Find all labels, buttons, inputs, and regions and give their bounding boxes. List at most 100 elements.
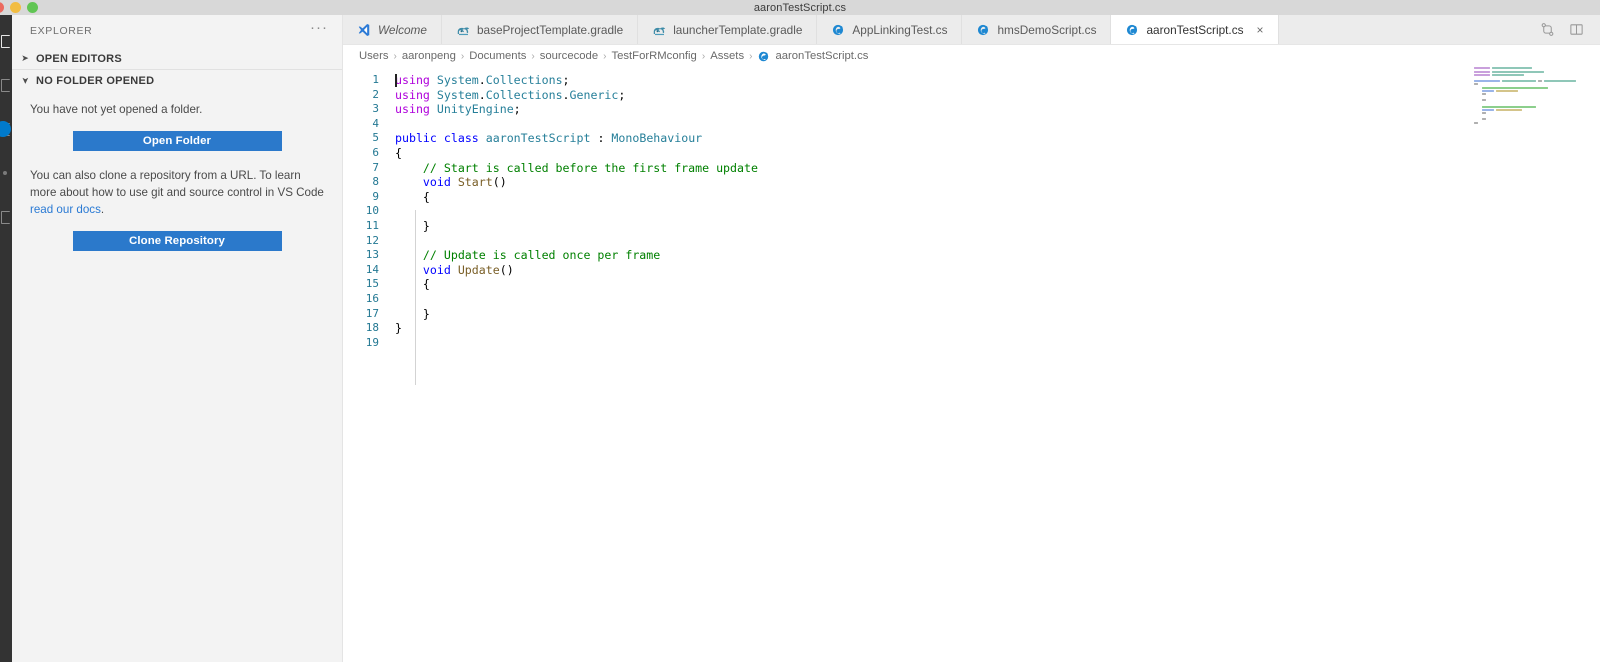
breadcrumb-item-aarontestscript-cs[interactable]: aaronTestScript.cs [757, 50, 868, 63]
code-token: : [590, 131, 612, 146]
code-token: { [395, 189, 430, 204]
tab-label: hmsDemoScript.cs [997, 22, 1097, 37]
clone-message-part2: . [100, 203, 105, 216]
chevron-right-icon: ➤ [21, 53, 29, 63]
explorer-sidebar: EXPLORER ··· ➤ OPEN EDITORS ➤ NO FOLDER … [12, 15, 343, 662]
zoom-window-button[interactable] [27, 2, 38, 13]
search-icon [1, 79, 10, 92]
activity-bar-item-extensions[interactable] [0, 209, 12, 227]
code-token: ; [562, 73, 570, 87]
code-token: { [395, 277, 430, 292]
tab-welcome[interactable]: Welcome [343, 15, 442, 44]
line-number: 12 [365, 233, 379, 247]
gradle-icon [653, 27, 666, 35]
tab-label: AppLinkingTest.cs [852, 22, 948, 37]
code-editor[interactable]: 1 2 3 4 5 6 7 8 9 10 11 12 13 14 15 16 17 18 19 using Syst… [343, 67, 1600, 662]
minimap-block [1474, 67, 1490, 70]
code-token: void [422, 175, 458, 190]
gradle-icon [457, 27, 470, 35]
minimap-block [1496, 89, 1518, 92]
minimap-block [1474, 121, 1478, 124]
code-token: Update [457, 262, 500, 277]
minimap-block [1482, 105, 1536, 108]
breadcrumb-item-users[interactable]: Users [359, 50, 389, 62]
sidebar-header: EXPLORER ··· [12, 15, 342, 47]
text-cursor [395, 74, 397, 87]
code-token: . [478, 87, 486, 102]
clone-repository-button[interactable]: Clone Repository [72, 231, 282, 251]
code-token: ; [513, 102, 521, 117]
code-token: using [395, 87, 437, 102]
split-editor-icon[interactable] [1569, 22, 1584, 37]
breadcrumb-item-aaronpeng[interactable]: aaronpeng [402, 50, 456, 62]
activity-bar-item-source-control[interactable] [0, 121, 12, 139]
minimap[interactable] [1474, 67, 1594, 662]
compare-changes-icon[interactable] [1540, 22, 1555, 37]
minimap-block [1474, 70, 1490, 73]
traffic-lights [0, 2, 38, 13]
code-line: // Update is called once per frame [395, 248, 1600, 263]
code-token: () [499, 262, 514, 277]
tab-label: Welcome [378, 22, 427, 37]
window-title: aaronTestScript.cs [753, 1, 847, 14]
breadcrumb-item-testforrmconfig[interactable]: TestForRMconfig [611, 50, 696, 62]
tab-label: baseProjectTemplate.gradle [476, 22, 624, 37]
code-line: } [395, 307, 1600, 322]
open-folder-button[interactable]: Open Folder [72, 131, 282, 151]
tab-applinkingtest-cs[interactable]: AppLinkingTest.cs [817, 15, 963, 44]
close-window-button[interactable] [0, 2, 4, 13]
activity-bar[interactable] [0, 15, 12, 662]
line-number: 13 [365, 248, 379, 262]
minimize-window-button[interactable] [10, 2, 21, 13]
code-content[interactable]: using System.Collections; using System.Co… [395, 73, 1600, 350]
minimap-row [1474, 124, 1594, 127]
clone-message-part1: You can also clone a repository from a U… [30, 169, 324, 199]
close-tab-button[interactable]: × [1257, 24, 1264, 36]
code-token: Generic [569, 87, 619, 102]
code-token: UnityEngine [436, 102, 514, 117]
minimap-block [1482, 118, 1486, 121]
tab-hmsdemoscript-cs[interactable]: hmsDemoScript.cs [962, 15, 1112, 44]
read-our-docs-link[interactable]: read our docs [30, 203, 101, 216]
activity-bar-item-run-and-debug[interactable] [0, 165, 12, 183]
editor-actions [1524, 15, 1600, 44]
code-token: using [395, 73, 437, 87]
chevron-right-icon: › [393, 50, 397, 62]
code-line: public class aaronTestScript : MonoBehav… [395, 131, 1600, 146]
code-token: class [443, 131, 486, 146]
editor-group: Welcome baseProjectTemplate.gradle launc… [343, 15, 1600, 662]
code-line: using System.Collections.Generic; [395, 88, 1600, 103]
activity-bar-item-explorer[interactable] [0, 33, 12, 51]
breadcrumb-item-documents[interactable]: Documents [469, 50, 526, 62]
breadcrumb-item-sourcecode[interactable]: sourcecode [540, 50, 598, 62]
sidebar-section-open-editors[interactable]: ➤ OPEN EDITORS [12, 47, 342, 69]
code-token: // Start is called before the first fram… [395, 160, 758, 175]
code-line: using UnityEngine; [395, 102, 1600, 117]
minimap-block [1474, 83, 1478, 86]
tab-aarontestscript-cs[interactable]: aaronTestScript.cs × [1111, 15, 1279, 44]
code-token: () [492, 175, 507, 190]
line-number: 2 [372, 87, 379, 101]
code-line: // Start is called before the first fram… [395, 161, 1600, 176]
sidebar-section-no-folder-opened[interactable]: ➤ NO FOLDER OPENED [12, 69, 342, 91]
code-token: } [395, 306, 430, 321]
minimap-block [1482, 89, 1494, 92]
code-line: } [395, 321, 1600, 336]
run-and-debug-icon [3, 171, 7, 175]
tab-baseprojecttemplate-gradle[interactable]: baseProjectTemplate.gradle [441, 15, 639, 44]
breadcrumb-item-assets[interactable]: Assets [710, 50, 744, 62]
sidebar-more-actions-button[interactable]: ··· [310, 20, 328, 38]
line-number: 19 [365, 335, 379, 349]
line-number: 11 [365, 218, 379, 232]
minimap-block [1482, 112, 1486, 115]
breadcrumb-leaf-label: aaronTestScript.cs [775, 50, 869, 62]
tab-launchertemplate-gradle[interactable]: launcherTemplate.gradle [638, 15, 818, 44]
activity-bar-item-search[interactable] [0, 77, 12, 95]
minimap-block [1538, 80, 1542, 83]
line-number: 9 [372, 189, 379, 203]
code-token: using [395, 102, 437, 117]
